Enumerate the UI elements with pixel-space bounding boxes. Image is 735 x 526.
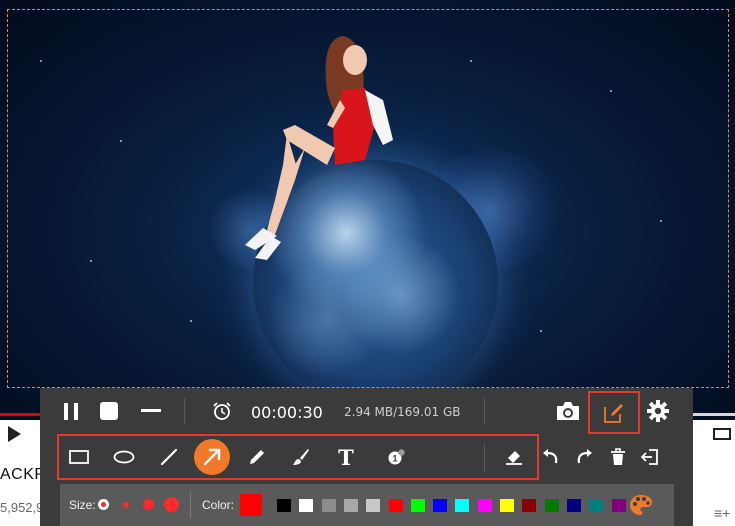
minimize-button[interactable] xyxy=(141,409,161,412)
separator xyxy=(190,492,191,518)
edit-button[interactable] xyxy=(588,391,640,434)
brush-icon xyxy=(293,449,309,465)
line-icon xyxy=(160,448,178,466)
size-option-4[interactable] xyxy=(164,497,179,512)
drawing-tools-row: T 1 xyxy=(40,434,693,484)
color-swatch[interactable] xyxy=(544,499,559,512)
color-swatch[interactable] xyxy=(299,499,314,512)
palette-icon[interactable] xyxy=(629,494,653,516)
color-swatch[interactable] xyxy=(410,499,425,512)
pencil-icon xyxy=(250,450,264,464)
exit-icon xyxy=(641,449,658,465)
delete-button[interactable] xyxy=(600,440,636,474)
svg-text:1: 1 xyxy=(392,454,397,464)
size-option-2[interactable] xyxy=(123,502,129,508)
color-swatch[interactable] xyxy=(522,499,537,512)
color-swatch[interactable] xyxy=(500,499,514,512)
color-label: Color: xyxy=(202,498,235,512)
size-option-1[interactable] xyxy=(101,502,106,507)
color-swatch[interactable] xyxy=(388,499,403,512)
color-swatch[interactable] xyxy=(366,499,381,512)
eraser-icon xyxy=(506,451,522,465)
capture-region-border[interactable] xyxy=(7,9,729,388)
color-swatch[interactable] xyxy=(321,499,336,512)
color-swatch[interactable] xyxy=(277,499,291,512)
rectangle-tool[interactable] xyxy=(61,440,97,474)
gear-icon[interactable] xyxy=(646,399,670,423)
video-views: 5,952,9 xyxy=(0,500,44,515)
arrow-tool[interactable] xyxy=(194,439,230,475)
eraser-tool[interactable] xyxy=(496,440,532,474)
size-label: Size: xyxy=(69,498,96,512)
step-number-icon: 1 xyxy=(388,449,405,465)
arrow-icon xyxy=(203,448,221,466)
recorder-toolbar: 00:00:30 2.94 MB/169.01 GB T 1 Size: Col… xyxy=(40,388,693,526)
redo-button[interactable] xyxy=(566,440,602,474)
color-swatch[interactable] xyxy=(566,499,581,512)
video-title[interactable]: ACKP xyxy=(0,466,46,484)
ellipse-icon xyxy=(113,450,135,464)
line-tool[interactable] xyxy=(151,440,187,474)
exit-drawing-button[interactable] xyxy=(632,440,668,474)
recorder-control-row: 00:00:30 2.94 MB/169.01 GB xyxy=(40,388,693,434)
recording-time: 00:00:30 xyxy=(251,403,323,422)
step-number-tool[interactable]: 1 xyxy=(379,440,415,474)
play-icon[interactable] xyxy=(6,425,22,443)
rectangle-icon xyxy=(69,450,89,464)
color-swatch[interactable] xyxy=(343,499,358,512)
ellipse-tool[interactable] xyxy=(106,440,142,474)
camera-icon[interactable] xyxy=(555,400,581,422)
recording-file-size: 2.94 MB/169.01 GB xyxy=(344,405,461,419)
stop-button[interactable] xyxy=(100,402,118,420)
color-swatch[interactable] xyxy=(433,499,448,512)
pause-button[interactable] xyxy=(60,400,82,422)
theater-mode-icon[interactable] xyxy=(713,428,731,440)
separator xyxy=(184,398,185,424)
size-option-3[interactable] xyxy=(143,499,154,510)
color-swatch[interactable] xyxy=(455,499,470,512)
screen: ACKP 5,952,9 ≡+ 00:00:30 2.94 MB/169.01 … xyxy=(0,0,735,526)
separator xyxy=(484,444,485,472)
separator xyxy=(484,398,485,424)
edit-pencil-icon xyxy=(604,403,623,423)
redo-icon xyxy=(577,449,592,464)
undo-button[interactable] xyxy=(533,440,569,474)
trash-icon xyxy=(611,448,625,465)
color-swatch[interactable] xyxy=(477,499,492,512)
add-to-queue-icon[interactable]: ≡+ xyxy=(714,505,730,521)
pencil-tool[interactable] xyxy=(239,440,275,474)
color-swatch[interactable] xyxy=(611,499,626,512)
style-options-row: Size: Color: xyxy=(60,484,674,526)
current-color-swatch[interactable] xyxy=(240,494,262,516)
alarm-clock-icon[interactable] xyxy=(212,401,232,421)
player-progress-fill xyxy=(0,413,40,416)
undo-icon xyxy=(543,449,558,464)
brush-tool[interactable] xyxy=(283,440,319,474)
color-swatch[interactable] xyxy=(589,499,604,512)
text-icon[interactable]: T xyxy=(328,440,364,474)
